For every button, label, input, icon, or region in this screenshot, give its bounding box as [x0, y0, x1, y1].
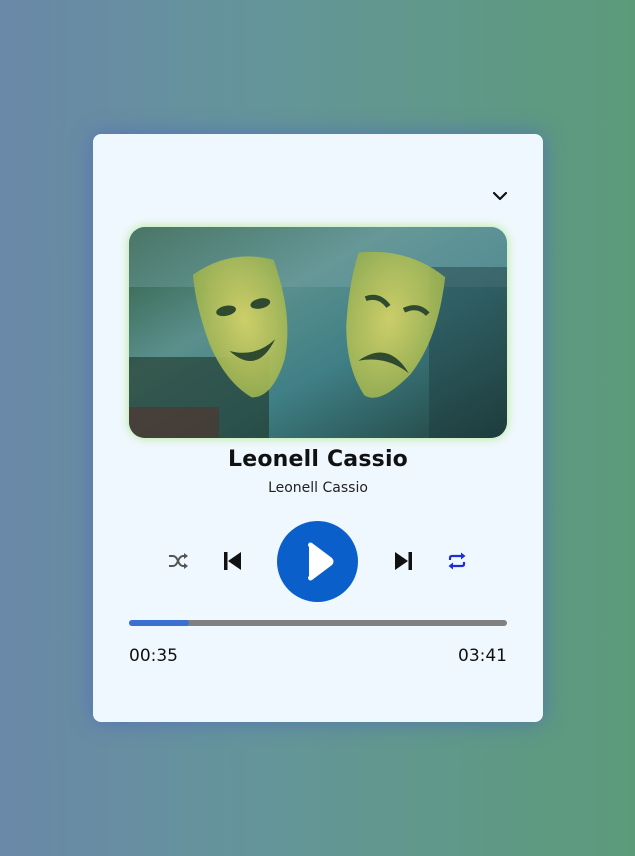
- music-player-card: Leonell Cassio Leonell Cassio 00:35 03:4…: [93, 134, 543, 722]
- current-time: 00:35: [129, 646, 178, 666]
- progress-bar[interactable]: [129, 620, 507, 626]
- next-button[interactable]: [391, 550, 415, 572]
- repeat-icon: [448, 552, 466, 570]
- total-time: 03:41: [458, 646, 507, 666]
- shuffle-button[interactable]: [167, 551, 189, 571]
- skip-previous-icon: [224, 552, 241, 570]
- repeat-button[interactable]: [446, 551, 468, 571]
- album-cover: [129, 227, 507, 438]
- collapse-button[interactable]: [490, 186, 510, 206]
- play-icon: [308, 542, 334, 581]
- previous-button[interactable]: [221, 550, 245, 572]
- chevron-down-icon: [492, 191, 508, 201]
- shuffle-icon: [169, 553, 188, 569]
- progress-fill: [129, 620, 190, 626]
- skip-next-icon: [395, 552, 412, 570]
- track-artist: Leonell Cassio: [268, 480, 368, 496]
- track-title: Leonell Cassio: [227, 447, 408, 472]
- play-button[interactable]: [277, 521, 358, 602]
